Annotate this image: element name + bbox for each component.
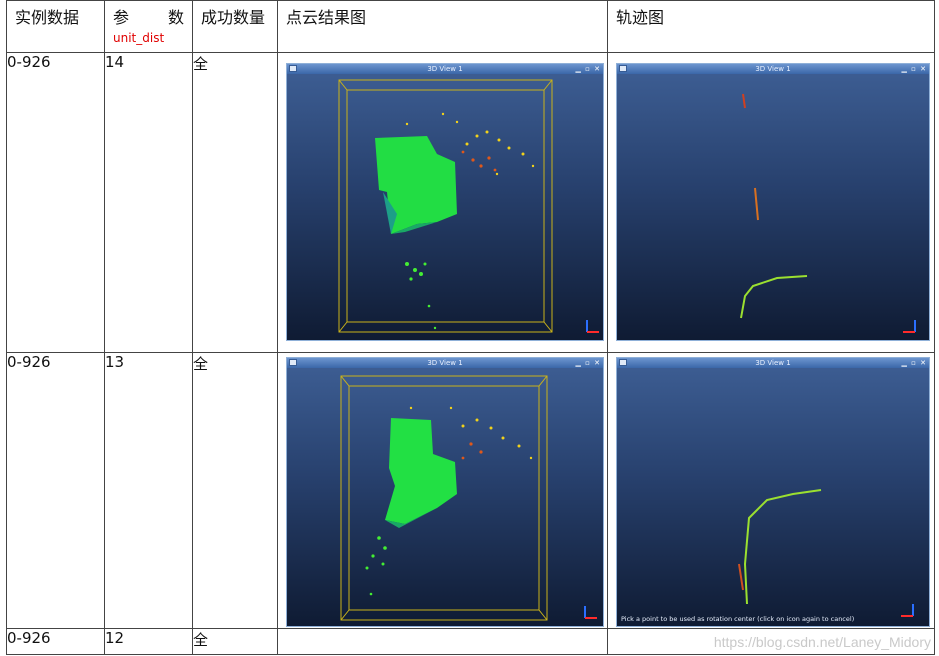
viewer-title: 3D View 1 bbox=[755, 65, 791, 73]
viewer-title: 3D View 1 bbox=[427, 359, 463, 367]
pointcloud-viewer: 3D View 1 ▁ ▫ ✕ bbox=[286, 63, 604, 341]
watermark: https://blog.csdn.net/Laney_Midory bbox=[713, 634, 931, 650]
trajectory-viewer: 3D View 1 ▁ ▫ ✕ Pick a point to be used … bbox=[616, 357, 930, 627]
header-param: 参 数 unit_dist bbox=[104, 0, 193, 53]
viewer-titlebar: 3D View 1 ▁ ▫ ✕ bbox=[287, 64, 603, 74]
header-instance: 实例数据 bbox=[6, 0, 105, 53]
trajectory-cell: 3D View 1 ▁ ▫ ✕ bbox=[607, 52, 935, 353]
viewer-title: 3D View 1 bbox=[755, 359, 791, 367]
viewer-titlebar: 3D View 1 ▁ ▫ ✕ bbox=[617, 358, 929, 368]
pointcloud-render bbox=[340, 375, 597, 621]
window-buttons[interactable]: ▁ ▫ ✕ bbox=[576, 358, 601, 368]
header-success: 成功数量 bbox=[192, 0, 278, 53]
window-buttons[interactable]: ▁ ▫ ✕ bbox=[576, 64, 601, 74]
window-buttons[interactable]: ▁ ▫ ✕ bbox=[902, 358, 927, 368]
trajectory-viewer: 3D View 1 ▁ ▫ ✕ bbox=[616, 63, 930, 341]
status-hint: Pick a point to be used as rotation cent… bbox=[621, 615, 855, 623]
cell-success: 全 bbox=[192, 628, 278, 655]
trajectory-cell: 3D View 1 ▁ ▫ ✕ Pick a point to be used … bbox=[607, 352, 935, 629]
param-unit-label: unit_dist bbox=[113, 31, 165, 45]
cell-param: 14 bbox=[104, 52, 193, 353]
viewer-title: 3D View 1 bbox=[427, 65, 463, 73]
cell-param: 12 bbox=[104, 628, 193, 655]
cell-instance: 0-926 bbox=[6, 628, 105, 655]
pointcloud-cell: 3D View 1 ▁ ▫ ✕ bbox=[277, 352, 608, 629]
pointcloud-render bbox=[338, 79, 599, 333]
header-trajectory: 轨迹图 bbox=[607, 0, 935, 53]
pointcloud-cell: 3D View 1 ▁ ▫ ✕ bbox=[277, 52, 608, 353]
trajectory-render bbox=[738, 489, 914, 617]
cell-instance: 0-926 bbox=[6, 352, 105, 629]
pointcloud-viewer: 3D View 1 ▁ ▫ ✕ bbox=[286, 357, 604, 627]
cell-success: 全 bbox=[192, 52, 278, 353]
window-buttons[interactable]: ▁ ▫ ✕ bbox=[902, 64, 927, 74]
viewer-titlebar: 3D View 1 ▁ ▫ ✕ bbox=[287, 358, 603, 368]
table-row: 0-926 14 全 3D View 1 ▁ ▫ ✕ 3D View 1 ▁ ▫… bbox=[6, 52, 935, 353]
cell-instance: 0-926 bbox=[6, 52, 105, 353]
pointcloud-cell bbox=[277, 628, 608, 655]
table-row: 0-926 13 全 3D View 1 ▁ ▫ ✕ 3D View 1 ▁ ▫… bbox=[6, 352, 935, 629]
viewer-titlebar: 3D View 1 ▁ ▫ ✕ bbox=[617, 64, 929, 74]
cell-success: 全 bbox=[192, 352, 278, 629]
trajectory-render bbox=[740, 93, 916, 333]
cell-param: 13 bbox=[104, 352, 193, 629]
header-pointcloud: 点云结果图 bbox=[277, 0, 608, 53]
results-table: 实例数据 参 数 unit_dist 成功数量 点云结果图 轨迹图 0-926 … bbox=[6, 0, 935, 655]
